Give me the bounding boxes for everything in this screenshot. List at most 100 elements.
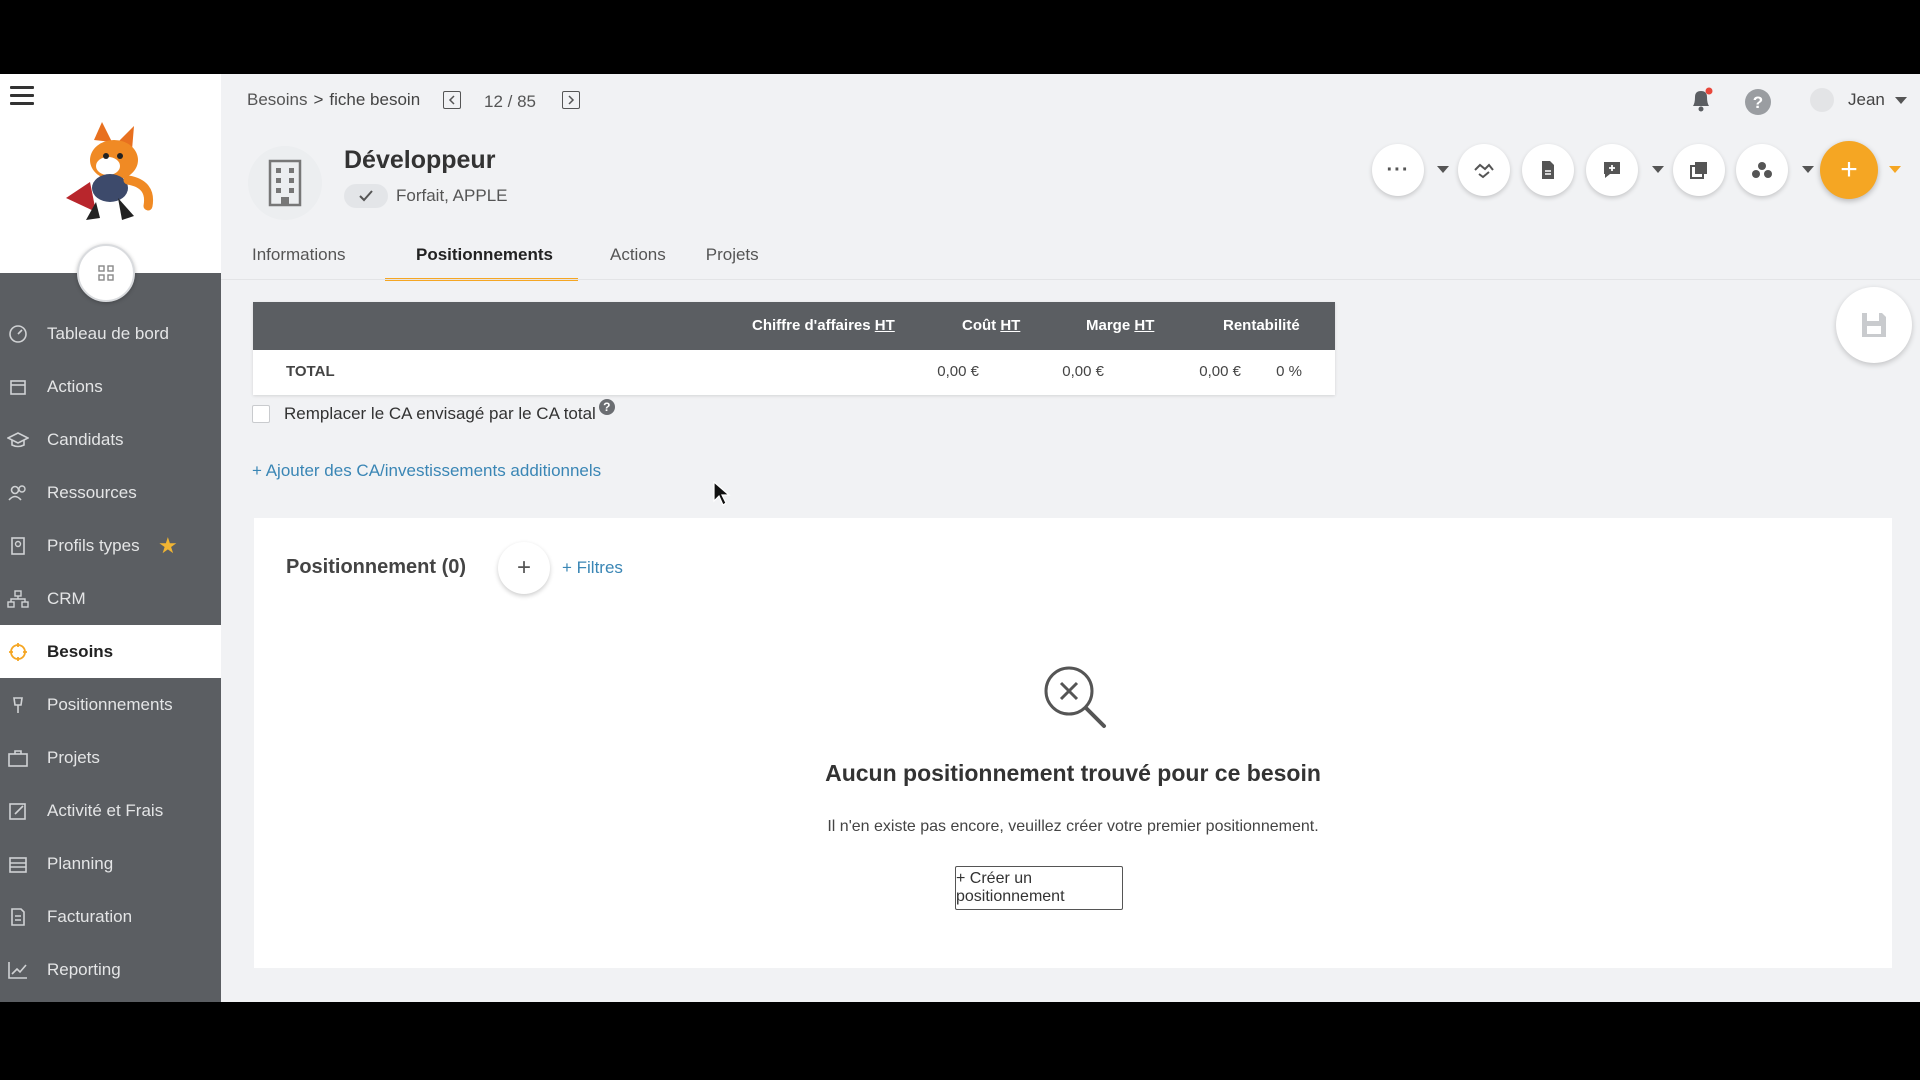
- sidebar-item-positionnements[interactable]: Positionnements: [0, 678, 221, 731]
- sidebar-item-label: CRM: [47, 588, 86, 608]
- tab-positionnements[interactable]: Positionnements: [385, 240, 578, 281]
- empty-state-text: Il n'en existe pas encore, veuillez crée…: [827, 818, 1319, 835]
- sidebar-item-label: Profils types: [47, 535, 140, 555]
- share-button[interactable]: [1458, 144, 1510, 196]
- next-record-button[interactable]: [562, 91, 580, 109]
- menu-icon[interactable]: [10, 86, 34, 108]
- document-icon: [1542, 161, 1554, 179]
- share-link-button[interactable]: [1736, 144, 1788, 196]
- more-actions-dropdown[interactable]: [1437, 166, 1449, 173]
- column-header-rentabilite: Rentabilité: [1223, 317, 1300, 334]
- totals-table: Chiffre d'affaires HT Coût HT Marge HT R…: [253, 302, 1335, 395]
- add-positionnement-button[interactable]: +: [498, 542, 550, 594]
- add-dropdown[interactable]: [1889, 166, 1901, 173]
- document-button[interactable]: [1522, 144, 1574, 196]
- chevron-right-icon: [568, 95, 575, 105]
- sidebar-item-label: Actions: [47, 376, 103, 396]
- replace-ca-checkbox[interactable]: [252, 405, 270, 423]
- comment-button[interactable]: [1586, 144, 1638, 196]
- sidebar-item-label: Positionnements: [47, 694, 173, 714]
- create-positionnement-button[interactable]: + Créer un positionnement: [955, 866, 1123, 910]
- sidebar-item-label: Reporting: [47, 959, 121, 979]
- help-button[interactable]: ?: [1744, 88, 1772, 121]
- add-additional-ca-link[interactable]: + Ajouter des CA/investissements additio…: [252, 461, 601, 481]
- calendar-icon: [7, 376, 29, 398]
- sidebar-item-crm[interactable]: CRM: [0, 572, 221, 625]
- tab-actions[interactable]: Actions: [590, 240, 686, 278]
- previous-record-button[interactable]: [443, 91, 461, 109]
- user-menu[interactable]: Jean: [1810, 88, 1907, 112]
- sidebar-item-label: Ressources: [47, 482, 137, 502]
- sidebar-item-candidats[interactable]: Candidats: [0, 413, 221, 466]
- sidebar-item-tableau-de-bord[interactable]: Tableau de bord: [0, 307, 221, 360]
- more-actions-button[interactable]: ···: [1372, 144, 1424, 196]
- avatar: [1810, 88, 1834, 112]
- more-icon: ···: [1386, 158, 1410, 181]
- dashboard-icon: [7, 323, 29, 345]
- ht-abbr: HT: [1000, 317, 1021, 334]
- positionnement-panel: Positionnement (0) + + Filtres Aucun pos…: [254, 518, 1892, 968]
- share-link-dropdown[interactable]: [1802, 166, 1814, 173]
- column-header-cout-label: Coût: [962, 317, 997, 334]
- bell-icon: [1693, 87, 1713, 112]
- help-icon[interactable]: ?: [598, 399, 615, 415]
- sidebar-header: [0, 74, 221, 273]
- column-header-ca: Chiffre d'affaires HT: [752, 302, 895, 350]
- search-empty-icon: [1044, 666, 1106, 728]
- sidebar-item-reporting[interactable]: Reporting: [0, 943, 221, 996]
- sidebar: Tableau de bord Actions Candidats Ressou…: [0, 74, 221, 1002]
- help-icon: ?: [1745, 89, 1771, 115]
- invoice-icon: [7, 906, 29, 928]
- graduation-icon: [7, 429, 29, 451]
- profile-icon: [7, 535, 29, 557]
- sidebar-item-besoins[interactable]: Besoins: [0, 625, 221, 678]
- sidebar-item-planning[interactable]: Planning: [0, 837, 221, 890]
- add-button[interactable]: +: [1820, 141, 1878, 199]
- comment-dropdown[interactable]: [1652, 166, 1664, 173]
- tab-informations[interactable]: Informations: [232, 240, 367, 278]
- notifications-button[interactable]: [1688, 86, 1714, 119]
- sidebar-item-facturation[interactable]: Facturation: [0, 890, 221, 943]
- tab-projets[interactable]: Projets: [686, 240, 779, 278]
- target-icon: [7, 641, 29, 663]
- tabs-divider: [221, 279, 1920, 280]
- sidebar-item-label: Besoins: [47, 641, 114, 661]
- org-icon: [7, 588, 29, 610]
- column-header-marge: Marge HT: [1086, 302, 1154, 350]
- page-title: Développeur: [344, 146, 496, 174]
- comment-plus-icon: [1604, 162, 1620, 178]
- app-window: Tableau de bord Actions Candidats Ressou…: [0, 74, 1920, 1002]
- chevron-left-icon: [448, 95, 455, 105]
- briefcase-icon: [7, 747, 29, 769]
- total-ca-value: 0,00 €: [937, 363, 979, 380]
- svg-text:?: ?: [1753, 93, 1763, 112]
- save-icon: [1862, 313, 1886, 337]
- sidebar-item-label: Tableau de bord: [47, 323, 169, 343]
- total-marge-value: 0,00 €: [1199, 363, 1241, 380]
- tabs: Informations Positionnements Actions Pro…: [232, 240, 779, 281]
- sidebar-item-label: Candidats: [47, 429, 124, 449]
- copy-icon: [1690, 162, 1707, 179]
- grid-icon: [98, 265, 114, 281]
- breadcrumb-separator: >: [313, 90, 324, 109]
- nodes-icon: [1752, 162, 1772, 178]
- plus-icon: +: [516, 554, 531, 581]
- filters-link[interactable]: + Filtres: [562, 558, 623, 578]
- total-rentabilite-value: 0 %: [1276, 363, 1302, 380]
- people-icon: [7, 482, 29, 504]
- breadcrumb-besoins-link[interactable]: Besoins: [247, 90, 307, 110]
- sidebar-item-actions[interactable]: Actions: [0, 360, 221, 413]
- save-button[interactable]: [1836, 287, 1912, 363]
- sidebar-item-label: Activité et Frais: [47, 800, 164, 820]
- sidebar-item-ressources[interactable]: Ressources: [0, 466, 221, 519]
- chart-icon: [7, 959, 29, 981]
- apps-grid-button[interactable]: [77, 244, 135, 302]
- sidebar-item-profils-types[interactable]: Profils types ★: [0, 519, 221, 572]
- sidebar-item-projets[interactable]: Projets: [0, 731, 221, 784]
- check-icon: [359, 190, 373, 202]
- duplicate-button[interactable]: [1673, 144, 1725, 196]
- empty-state-title: Aucun positionnement trouvé pour ce beso…: [825, 760, 1321, 786]
- sidebar-item-activite-et-frais[interactable]: Activité et Frais: [0, 784, 221, 837]
- user-name: Jean: [1848, 90, 1885, 109]
- status-badge: [344, 184, 388, 208]
